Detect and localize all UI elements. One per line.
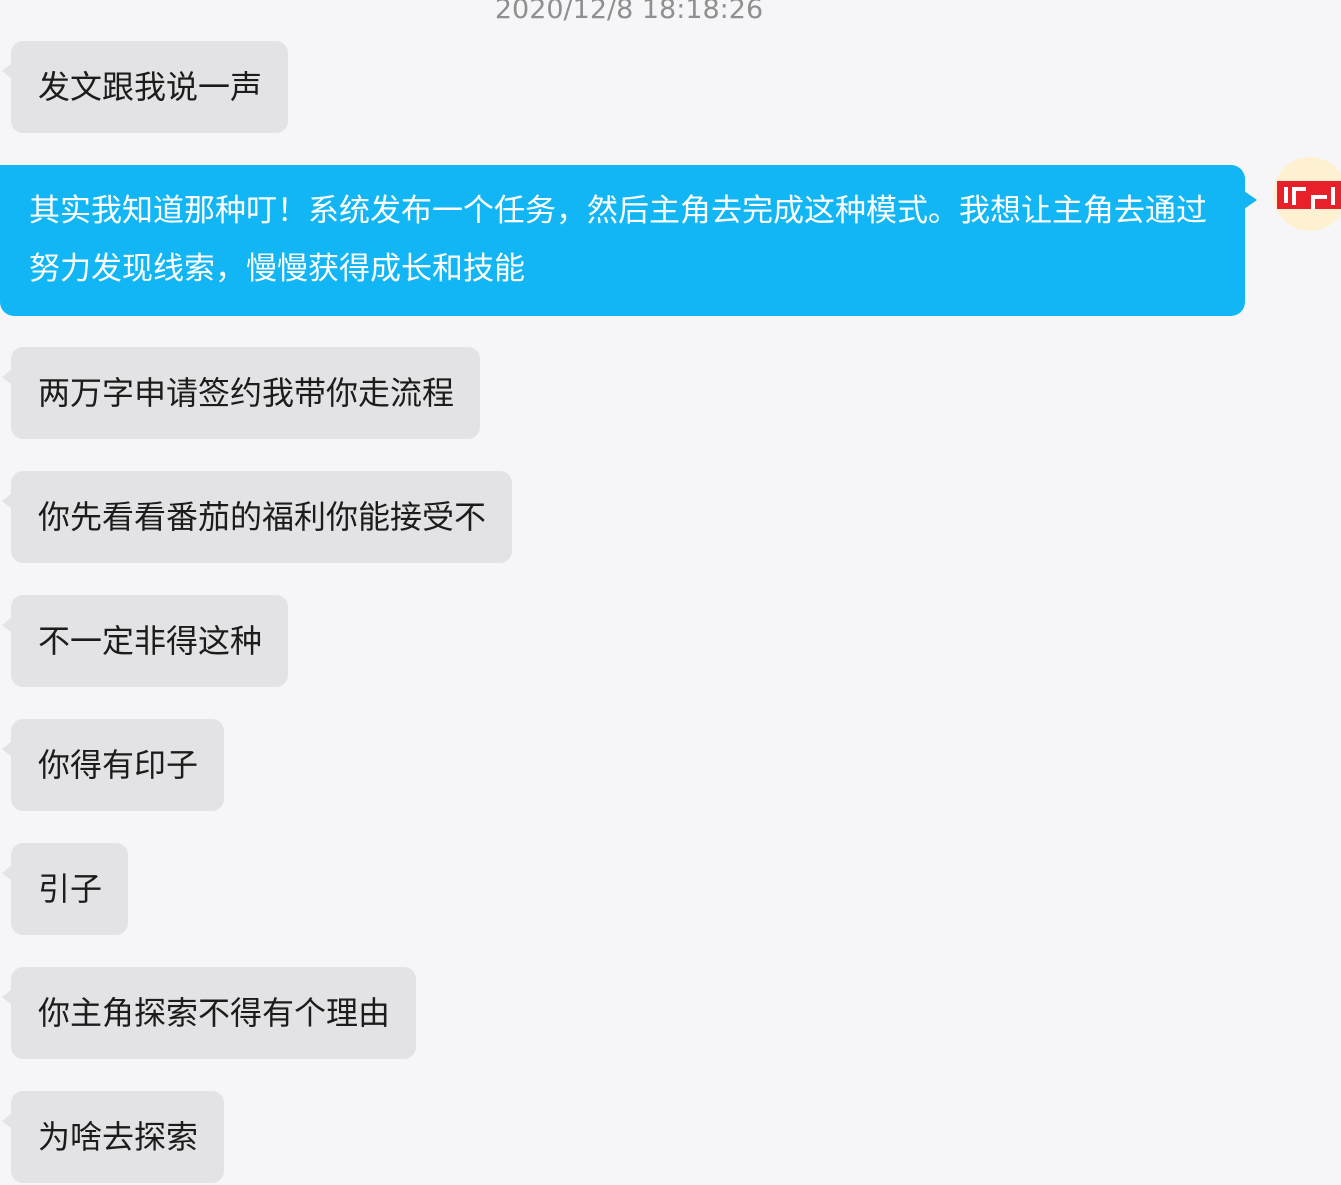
message-bubble-incoming[interactable]: 两万字申请签约我带你走流程 — [1, 347, 481, 439]
chat-timestamp: 2020/12/8 18:18:26 — [494, 0, 764, 25]
message-bubble-incoming[interactable]: 不一定非得这种 — [1, 595, 289, 687]
message-text: 为啥去探索 — [38, 1118, 199, 1156]
message-bubble-outgoing[interactable]: 其实我知道那种叮！系统发布一个任务，然后主角去完成这种模式。我想让主角去通过努力… — [0, 165, 1257, 316]
user-avatar[interactable] — [1273, 157, 1341, 231]
avatar-logo-icon — [1277, 181, 1341, 209]
message-bubble-incoming[interactable]: 发文跟我说一声 — [1, 41, 289, 133]
message-text: 你先看看番茄的福利你能接受不 — [38, 498, 487, 536]
message-text: 你主角探索不得有个理由 — [38, 994, 391, 1032]
message-bubble-incoming[interactable]: 你得有印子 — [1, 719, 225, 811]
message-text: 发文跟我说一声 — [38, 68, 263, 106]
message-bubble-incoming[interactable]: 你先看看番茄的福利你能接受不 — [1, 471, 513, 563]
message-text: 你得有印子 — [38, 746, 199, 784]
message-text: 引子 — [38, 870, 103, 908]
message-text: 两万字申请签约我带你走流程 — [38, 374, 455, 412]
message-bubble-incoming[interactable]: 引子 — [1, 843, 129, 935]
message-text: 其实我知道那种叮！系统发布一个任务，然后主角去完成这种模式。我想让主角去通过努力… — [29, 193, 1207, 287]
message-bubble-incoming[interactable]: 为啥去探索 — [1, 1091, 225, 1183]
message-text: 不一定非得这种 — [38, 622, 263, 660]
message-bubble-incoming[interactable]: 你主角探索不得有个理由 — [1, 967, 417, 1059]
